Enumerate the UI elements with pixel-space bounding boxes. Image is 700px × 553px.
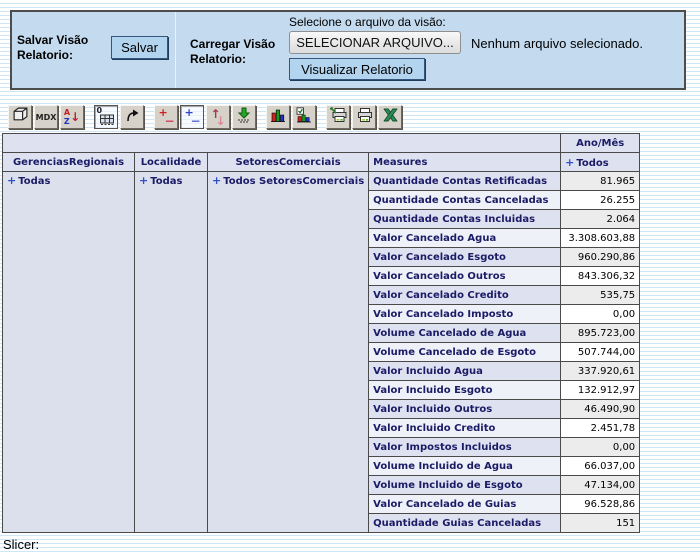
- measure-value: 66.037,00: [561, 457, 640, 476]
- excel-icon: [382, 107, 399, 128]
- view-save-load-panel: Salvar Visão Relatorio: Salvar Carregar …: [10, 10, 686, 90]
- measure-value: 535,75: [561, 286, 640, 305]
- measure-value: 0,00: [561, 438, 640, 457]
- measure-value: 96.528,86: [561, 495, 640, 514]
- measure-label: Quantidade Guias Canceladas: [369, 514, 561, 533]
- print-config-button[interactable]: [326, 105, 350, 129]
- measure-label: Valor Cancelado Agua: [369, 229, 561, 248]
- measure-value: 2.064: [561, 210, 640, 229]
- measure-value: 0,00: [561, 305, 640, 324]
- measure-value: 960.290,86: [561, 248, 640, 267]
- drill-position-button[interactable]: + −: [180, 105, 204, 129]
- drill-replace-button[interactable]: ↑ ↓: [206, 105, 230, 129]
- pivot-table: Ano/Mês GerenciasRegionais Localidade Se…: [2, 133, 640, 533]
- measure-value: 3.308.603,88: [561, 229, 640, 248]
- print-button[interactable]: [352, 105, 376, 129]
- table-row: +Todas +Todas +Todos SetoresComerciais Q…: [3, 172, 640, 191]
- measure-value: 2.451,78: [561, 419, 640, 438]
- olap-navigator-button[interactable]: [8, 105, 32, 129]
- measure-label: Valor Cancelado Esgoto: [369, 248, 561, 267]
- load-view-label: Carregar Visão Relatorio:: [190, 37, 295, 67]
- slicer-label: Slicer:: [3, 537, 39, 552]
- empty-cells-grid-icon: 0: [98, 109, 115, 126]
- measure-label: Volume Incluido de Esgoto: [369, 476, 561, 495]
- measure-label: Volume Incluido de Agua: [369, 457, 561, 476]
- header-setores-comerciais: SetoresComerciais: [208, 153, 369, 172]
- column-axis-header: Ano/Mês: [561, 134, 640, 153]
- mdx-query-button[interactable]: MDX: [34, 105, 58, 129]
- cube-icon: [12, 106, 29, 128]
- measure-value: 895.723,00: [561, 324, 640, 343]
- dimension-header-row: GerenciasRegionais Localidade SetoresCom…: [3, 153, 640, 172]
- panel-divider: [175, 12, 176, 88]
- view-report-button[interactable]: Visualizar Relatorio: [289, 58, 425, 80]
- measure-label: Valor Incluido Agua: [369, 362, 561, 381]
- pivot-toolbar: MDX A Z ↓ 0: [8, 105, 404, 129]
- mdx-icon: MDX: [36, 113, 57, 122]
- drill-expand-icon[interactable]: +: [7, 174, 16, 187]
- measure-value: 47.134,00: [561, 476, 640, 495]
- drill-through-button[interactable]: [232, 105, 256, 129]
- drill-expand-icon[interactable]: +: [565, 156, 574, 169]
- drill-position-icon: + −: [184, 109, 201, 126]
- save-button[interactable]: Salvar: [111, 36, 168, 59]
- member-gerencias-todas: +Todas: [3, 172, 135, 533]
- measure-label: Quantidade Contas Canceladas: [369, 191, 561, 210]
- measure-value: 151: [561, 514, 640, 533]
- chart-config-icon: [296, 107, 312, 128]
- column-axis-row: Ano/Mês: [3, 134, 640, 153]
- drill-expand-icon[interactable]: +: [212, 174, 221, 187]
- bar-chart-icon: [270, 107, 286, 128]
- measure-label: Volume Cancelado de Agua: [369, 324, 561, 343]
- measure-value: 132.912,97: [561, 381, 640, 400]
- measure-label: Valor Cancelado Imposto: [369, 305, 561, 324]
- measure-label: Quantidade Contas Incluidas: [369, 210, 561, 229]
- drill-expand-icon[interactable]: +: [139, 174, 148, 187]
- corner-cell: [3, 134, 561, 153]
- measure-value: 81.965: [561, 172, 640, 191]
- measure-label: Quantidade Contas Retificadas: [369, 172, 561, 191]
- file-status-text: Nenhum arquivo selecionado.: [471, 36, 643, 51]
- member-setores-todos: +Todos SetoresComerciais: [208, 172, 369, 533]
- drill-replace-icon: ↑ ↓: [210, 109, 227, 126]
- chart-config-button[interactable]: [292, 105, 316, 129]
- printer-icon: [356, 107, 373, 128]
- measure-value: 46.490,90: [561, 400, 640, 419]
- measure-label: Valor Incluido Credito: [369, 419, 561, 438]
- measure-label: Valor Incluido Esgoto: [369, 381, 561, 400]
- header-measures: Measures: [369, 153, 561, 172]
- header-gerencias-regionais: GerenciasRegionais: [3, 153, 135, 172]
- select-file-button[interactable]: SELECIONAR ARQUIVO...: [289, 31, 461, 54]
- measure-value: 337.920,61: [561, 362, 640, 381]
- drill-member-icon: + −: [158, 109, 175, 126]
- measure-label: Valor Cancelado Outros: [369, 267, 561, 286]
- swap-axes-arrow-icon: [124, 107, 140, 128]
- save-view-label: Salvar Visão Relatorio:: [17, 33, 112, 63]
- member-localidade-todas: +Todas: [135, 172, 208, 533]
- measure-label: Volume Cancelado de Esgoto: [369, 343, 561, 362]
- measure-label: Valor Incluido Outros: [369, 400, 561, 419]
- show-empty-cells-button[interactable]: 0: [94, 105, 118, 129]
- sort-az-icon: A Z ↓: [64, 108, 80, 126]
- show-chart-button[interactable]: [266, 105, 290, 129]
- measure-value: 507.744,00: [561, 343, 640, 362]
- column-member-todos: +Todos: [561, 153, 640, 172]
- drill-member-button[interactable]: + −: [154, 105, 178, 129]
- measure-label: Valor Impostos Incluidos: [369, 438, 561, 457]
- print-config-icon: [330, 107, 347, 128]
- measure-value: 26.255: [561, 191, 640, 210]
- export-excel-button[interactable]: [378, 105, 402, 129]
- header-localidade: Localidade: [135, 153, 208, 172]
- measure-label: Valor Cancelado Credito: [369, 286, 561, 305]
- measure-label: Valor Cancelado de Guias: [369, 495, 561, 514]
- measure-value: 843.306,32: [561, 267, 640, 286]
- drill-through-icon: [236, 107, 252, 128]
- swap-axes-button[interactable]: [120, 105, 144, 129]
- file-prompt-label: Selecione o arquivo da visão:: [289, 15, 446, 29]
- sort-button[interactable]: A Z ↓: [60, 105, 84, 129]
